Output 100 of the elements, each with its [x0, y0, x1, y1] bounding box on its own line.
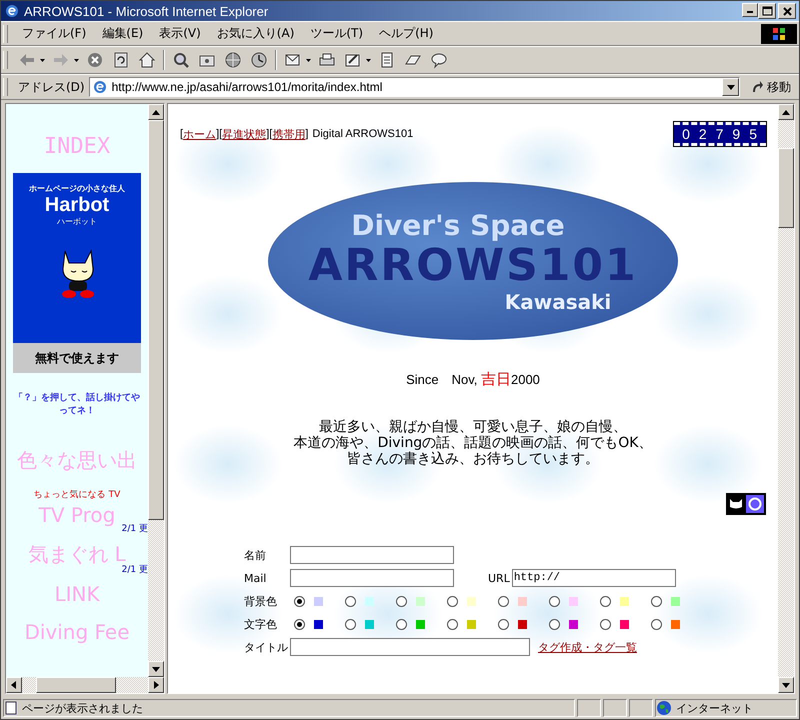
bracket: [ — [180, 128, 184, 140]
go-arrow-icon — [750, 80, 764, 94]
mail-input[interactable] — [290, 569, 454, 587]
scroll-down-button[interactable] — [148, 661, 164, 677]
logo-subtitle: Diver's Space — [351, 208, 565, 242]
scrollbar-thumb[interactable] — [148, 120, 164, 520]
banner-tagline: ホームページの小さな住人 — [29, 183, 125, 194]
title-input[interactable] — [290, 638, 530, 656]
address-field[interactable]: http://www.ne.jp/asahi/arrows101/morita/index.html — [88, 77, 740, 97]
tag-link[interactable]: タグ作成・タグ一覧 — [538, 640, 637, 654]
search-icon — [171, 50, 191, 70]
status-panel — [603, 699, 627, 717]
caret-icon — [306, 58, 311, 62]
radio-button[interactable] — [600, 596, 611, 606]
menu-item[interactable]: ツール(T) — [302, 23, 372, 44]
close-button[interactable] — [778, 3, 796, 19]
bracket: ] — [305, 128, 308, 140]
radio-button[interactable] — [345, 596, 356, 606]
scrollbar-thumb[interactable] — [778, 148, 794, 228]
scroll-up-button[interactable] — [778, 104, 794, 120]
caret-icon — [366, 58, 371, 62]
home-icon — [137, 50, 157, 70]
field-label: Mail — [244, 572, 268, 584]
ring-icon — [746, 495, 764, 513]
status-panel — [629, 699, 653, 717]
field-label: タイトル — [244, 640, 289, 654]
radio-button[interactable] — [549, 618, 560, 630]
stop-icon — [85, 50, 105, 70]
cat-face-icon — [729, 498, 743, 510]
bracket: ] — [216, 128, 220, 140]
maximize-icon — [760, 4, 774, 18]
security-zone: インターネット — [655, 699, 797, 717]
radio-button[interactable] — [345, 618, 356, 630]
radio-button[interactable] — [600, 618, 611, 630]
sidebar-note: ちょっと気になる TV — [34, 489, 120, 501]
globe-icon — [656, 700, 672, 716]
radio-button[interactable] — [294, 618, 305, 630]
radio-button[interactable] — [498, 618, 509, 630]
browser-icon — [4, 3, 20, 19]
field-label: 文字色 — [244, 616, 278, 632]
banner-logo: Harbot — [44, 194, 110, 216]
radio-button[interactable] — [294, 596, 305, 606]
intro-text: 本道の海や、Divingの話、話題の映画の話、何でもOK、 — [294, 435, 652, 451]
field-label: 名前 — [244, 548, 267, 562]
nav-link[interactable]: 携帯用 — [272, 126, 306, 142]
visitor-counter: 02795 — [674, 122, 766, 146]
radio-button[interactable] — [651, 618, 662, 630]
menu-item[interactable]: ファイル(F) — [14, 23, 94, 44]
menu-item[interactable]: ヘルプ(H) — [371, 23, 442, 44]
clock-icon — [249, 50, 269, 70]
radio-button[interactable] — [651, 596, 662, 606]
menu-item[interactable]: お気に入り(A) — [208, 23, 302, 44]
radio-button[interactable] — [447, 596, 458, 606]
radio-button[interactable] — [498, 596, 509, 606]
field-label: URL — [488, 572, 510, 584]
since-text: Since Nov, 吉日 2000 — [406, 370, 540, 389]
update-label: 2/1 更 — [122, 564, 148, 576]
cat-ring-badge[interactable] — [726, 493, 766, 515]
address-label: アドレス(D) — [18, 78, 85, 96]
nav-link[interactable]: ホーム — [183, 126, 216, 142]
banner-caption: 無料で使えます — [13, 343, 141, 373]
field-label: 背景色 — [244, 594, 278, 608]
page-icon — [4, 701, 18, 715]
dropdown-button[interactable] — [722, 78, 739, 96]
name-input[interactable] — [290, 546, 454, 564]
menu-item[interactable]: 表示(V) — [151, 23, 209, 44]
intro-text: 最近多い、親ばか自慢、可愛い息子、娘の自慢、 — [319, 419, 627, 435]
intro-text: 皆さんの書き込み、お待ちしています。 — [347, 451, 599, 467]
radio-button[interactable] — [396, 596, 407, 606]
url-input[interactable]: http:// — [512, 569, 676, 587]
logo-title: ARROWS101 — [308, 242, 638, 290]
scroll-right-button[interactable] — [148, 677, 164, 693]
minimize-button[interactable] — [742, 3, 758, 17]
windows-flag-icon — [771, 26, 787, 42]
radio-button[interactable] — [549, 596, 560, 606]
close-icon — [780, 4, 794, 18]
bracket: ] — [266, 128, 270, 140]
bracket: [ — [219, 128, 222, 140]
minimize-icon — [747, 11, 753, 13]
globe-icon — [223, 50, 243, 70]
menu-item[interactable]: 編集(E) — [94, 23, 152, 44]
status-message: ページが表示されました — [3, 699, 575, 717]
banner-reading: ハーボット — [57, 216, 97, 227]
radio-button[interactable] — [396, 618, 407, 630]
site-name: Digital ARROWS101 — [312, 128, 414, 140]
update-label: 2/1 更 — [122, 523, 148, 535]
bracket: [ — [269, 128, 272, 140]
maximize-button[interactable] — [758, 3, 776, 19]
scroll-up-button[interactable] — [148, 104, 164, 120]
status-panel — [577, 699, 601, 717]
radio-button[interactable] — [447, 618, 458, 630]
browser-icon — [92, 79, 108, 95]
nav-link[interactable]: 昇進状態 — [222, 126, 266, 142]
scrollbar-thumb[interactable] — [36, 677, 116, 693]
caret-icon — [74, 58, 79, 62]
caret-icon — [40, 58, 45, 62]
scroll-left-button[interactable] — [6, 677, 22, 693]
logo-location: Kawasaki — [504, 290, 612, 314]
scroll-down-button[interactable] — [778, 677, 794, 693]
window-title: ARROWS101 - Microsoft Internet Explorer — [24, 4, 270, 18]
